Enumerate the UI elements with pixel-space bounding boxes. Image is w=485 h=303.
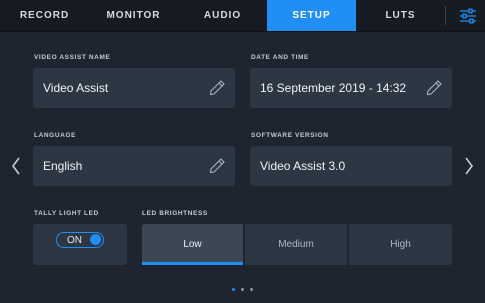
pencil-icon[interactable] <box>208 79 226 97</box>
toggle-knob <box>90 234 101 245</box>
tab-monitor[interactable]: MONITOR <box>89 0 178 31</box>
date-time-field[interactable]: 16 September 2019 - 14:32 <box>250 68 452 108</box>
tab-divider <box>445 6 446 25</box>
page-dot-3[interactable] <box>250 288 253 291</box>
selected-indicator <box>142 262 243 265</box>
led-brightness-label: LED BRIGHTNESS <box>142 210 208 217</box>
next-page-arrow[interactable] <box>462 154 476 178</box>
video-assist-name-value: Video Assist <box>43 81 109 95</box>
video-assist-name-field[interactable]: Video Assist <box>33 68 235 108</box>
sliders-icon <box>460 8 476 23</box>
brightness-low-label: Low <box>183 239 202 250</box>
language-label: LANGUAGE <box>34 132 76 139</box>
brightness-high-label: High <box>390 239 411 250</box>
tally-light-toggle[interactable]: ON <box>56 232 104 248</box>
video-assist-name-label: VIDEO ASSIST NAME <box>34 54 111 61</box>
brightness-high-button[interactable]: High <box>349 224 452 265</box>
previous-page-arrow[interactable] <box>9 154 23 178</box>
language-value: English <box>43 159 83 173</box>
chevron-left-icon <box>12 157 20 175</box>
chevron-right-icon <box>465 157 473 175</box>
tab-luts[interactable]: LUTS <box>356 0 445 31</box>
tab-record[interactable]: RECORD <box>0 0 89 31</box>
tab-audio[interactable]: AUDIO <box>178 0 267 31</box>
brightness-low-button[interactable]: Low <box>142 224 243 265</box>
pencil-icon[interactable] <box>208 157 226 175</box>
date-time-label: DATE AND TIME <box>251 54 309 61</box>
software-version-label: SOFTWARE VERSION <box>251 132 329 139</box>
brightness-medium-button[interactable]: Medium <box>245 224 347 265</box>
page-dot-2[interactable] <box>241 288 244 291</box>
tab-setup[interactable]: SETUP <box>267 0 356 31</box>
software-version-field: Video Assist 3.0 <box>250 146 452 186</box>
tally-light-label: TALLY LIGHT LED <box>34 210 99 217</box>
software-version-value: Video Assist 3.0 <box>260 159 346 173</box>
tally-light-card: ON <box>33 224 127 265</box>
pencil-icon[interactable] <box>425 79 443 97</box>
toggle-state-text: ON <box>67 234 82 246</box>
date-time-value: 16 September 2019 - 14:32 <box>260 81 407 95</box>
top-tab-bar: RECORD MONITOR AUDIO SETUP LUTS <box>0 0 485 32</box>
settings-button[interactable] <box>451 0 485 31</box>
brightness-medium-label: Medium <box>278 239 314 250</box>
page-dot-1[interactable] <box>232 288 235 291</box>
language-field[interactable]: English <box>33 146 235 186</box>
